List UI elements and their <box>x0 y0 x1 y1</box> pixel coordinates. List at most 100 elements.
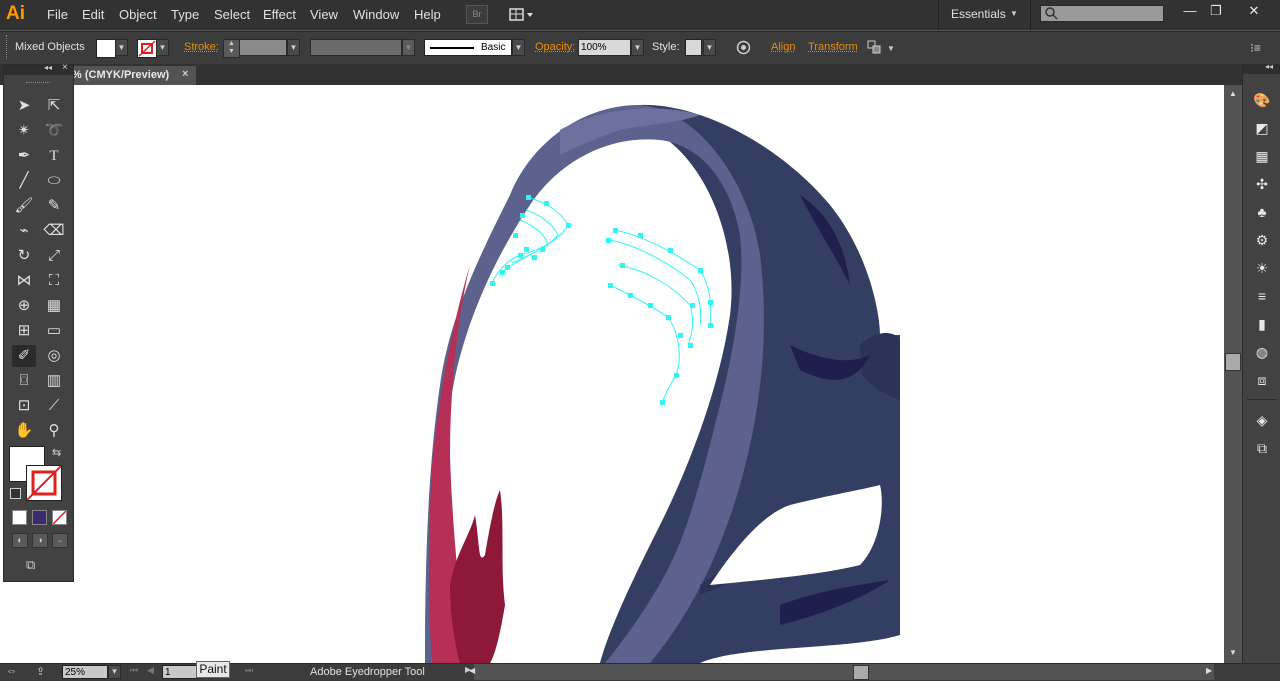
symbols-icon[interactable]: ♣ <box>1251 201 1273 223</box>
blob-brush-tool-icon[interactable]: ⌁ <box>12 220 36 242</box>
menu-type[interactable]: Type <box>171 7 199 22</box>
mesh-tool-icon[interactable]: ⊞ <box>12 320 36 342</box>
draw-normal-icon[interactable]: ◐ <box>12 533 28 548</box>
vertical-scroll-thumb[interactable] <box>1225 353 1241 371</box>
share-icon[interactable]: ⇔ <box>6 665 17 677</box>
dock-header[interactable]: ◂◂ <box>1243 62 1280 74</box>
artboard-number-field[interactable]: 1 <box>162 665 198 679</box>
layers-icon[interactable]: ◈ <box>1251 409 1273 431</box>
zoom-dropdown[interactable]: ▼ <box>108 665 121 679</box>
color-icon[interactable]: ◩ <box>1251 117 1273 139</box>
previous-artboard-icon[interactable]: ◀ <box>147 665 154 676</box>
color-guide-icon[interactable]: 🎨 <box>1251 89 1273 111</box>
scale-tool-icon[interactable]: ⤢ <box>42 245 66 267</box>
stroke-swatch[interactable] <box>137 39 157 58</box>
style-dropdown[interactable]: ▼ <box>703 39 716 56</box>
artboards-panel-icon[interactable]: ⧉ <box>1251 437 1273 459</box>
close-panel-icon[interactable]: × <box>62 62 68 73</box>
variable-width-profile[interactable] <box>310 39 402 56</box>
align-link[interactable]: Align <box>771 41 795 53</box>
fill-dropdown[interactable]: ▼ <box>115 39 128 56</box>
transform-link[interactable]: Transform <box>808 41 858 53</box>
minimize-icon[interactable]: — <box>1178 3 1202 19</box>
gradient-tool-icon[interactable]: ▭ <box>42 320 66 342</box>
direct-selection-tool-icon[interactable]: ⇱ <box>42 95 66 117</box>
fill-swatch[interactable] <box>96 39 116 58</box>
color-mode-icon[interactable] <box>12 510 27 525</box>
appearance-icon[interactable]: ☀ <box>1251 257 1273 279</box>
rotate-tool-icon[interactable]: ↻ <box>12 245 36 267</box>
slice-tool-icon[interactable]: ⟋ <box>42 395 66 417</box>
graphic-styles-icon[interactable]: ⚙ <box>1251 229 1273 251</box>
opacity-field[interactable]: 100% <box>578 39 631 56</box>
arrange-documents-button[interactable] <box>507 5 537 24</box>
hand-tool-icon[interactable]: ✋ <box>12 420 36 442</box>
blend-tool-icon[interactable]: ◎ <box>42 345 66 367</box>
close-icon[interactable]: ✕ <box>1242 3 1266 19</box>
artboard-tool-icon[interactable]: ⊡ <box>12 395 36 417</box>
export-icon[interactable]: ⇪ <box>36 665 45 678</box>
stroke-panel-icon[interactable]: ≡ <box>1251 285 1273 307</box>
opacity-label[interactable]: Opacity: <box>535 41 575 53</box>
scroll-right-icon[interactable]: ▶ <box>1206 666 1212 675</box>
menu-file[interactable]: File <box>47 7 68 22</box>
lasso-tool-icon[interactable]: ➰ <box>42 120 66 142</box>
free-transform-tool-icon[interactable]: ⛶ <box>42 270 66 292</box>
graph-tool-icon[interactable]: ▥ <box>42 370 66 392</box>
ellipse-tool-icon[interactable]: ⬭ <box>42 170 66 192</box>
workspace-switcher[interactable]: Essentials ▼ <box>944 0 1024 30</box>
screen-mode-icon[interactable]: ⧉ <box>26 557 50 573</box>
zoom-field[interactable]: 25% <box>62 665 108 679</box>
scroll-down-icon[interactable]: ▼ <box>1229 648 1237 657</box>
vertical-scrollbar[interactable]: ▲ ▼ <box>1224 85 1242 663</box>
search-input[interactable] <box>1040 5 1164 22</box>
type-tool-icon[interactable]: T <box>42 145 66 167</box>
menu-edit[interactable]: Edit <box>82 7 104 22</box>
stroke-label[interactable]: Stroke: <box>184 41 219 53</box>
scroll-left-icon[interactable]: ◀ <box>469 666 475 675</box>
brush-dropdown[interactable]: ▼ <box>512 39 525 56</box>
menu-select[interactable]: Select <box>214 7 250 22</box>
selection-tool-icon[interactable]: ➤ <box>12 95 36 117</box>
document-tab[interactable]: % (CMYK/Preview) × <box>70 66 196 85</box>
scroll-up-icon[interactable]: ▲ <box>1229 89 1237 98</box>
graphic-style-swatch[interactable] <box>685 39 702 56</box>
brushes-icon[interactable]: ✣ <box>1251 173 1273 195</box>
panel-menu-icon[interactable]: ⁝≡ <box>1250 41 1261 55</box>
recolor-artwork-icon[interactable] <box>735 39 752 56</box>
close-tab-icon[interactable]: × <box>182 68 188 80</box>
stroke-weight-stepper[interactable]: ▲ ▼ <box>223 39 240 58</box>
last-artboard-icon[interactable]: ⏭ <box>245 665 253 676</box>
none-mode-icon[interactable] <box>52 510 67 525</box>
isolate-group-icon[interactable] <box>865 38 883 56</box>
expand-dock-icon[interactable]: ◂◂ <box>1265 62 1273 71</box>
stroke-color-dropdown[interactable]: ▼ <box>156 39 169 56</box>
shape-builder-tool-icon[interactable]: ⊕ <box>12 295 36 317</box>
eraser-tool-icon[interactable]: ⌫ <box>42 220 66 242</box>
default-colors-icon[interactable] <box>10 488 21 499</box>
transparency-icon[interactable]: ◍ <box>1251 341 1273 363</box>
control-menu-chevron-icon[interactable]: ▼ <box>887 44 895 53</box>
pencil-tool-icon[interactable]: ✎ <box>42 195 66 217</box>
swap-colors-icon[interactable]: ⇆ <box>52 446 61 459</box>
horizontal-scroll-thumb[interactable] <box>853 665 869 680</box>
symbol-sprayer-tool-icon[interactable]: ⌼ <box>12 370 36 392</box>
stroke-weight-dropdown[interactable]: ▼ <box>287 39 300 56</box>
gradient-panel-icon[interactable]: ▮ <box>1251 313 1273 335</box>
artboards-icon[interactable]: ⧈ <box>1251 369 1273 391</box>
bridge-button[interactable]: Br <box>466 5 488 24</box>
menu-help[interactable]: Help <box>414 7 441 22</box>
draw-inside-icon[interactable]: ◒ <box>52 533 68 548</box>
menu-view[interactable]: View <box>310 7 338 22</box>
horizontal-scrollbar[interactable]: ◀ ▶ <box>469 664 1214 680</box>
menu-window[interactable]: Window <box>353 7 399 22</box>
stroke-color-box[interactable] <box>26 465 62 501</box>
zoom-tool-icon[interactable]: ⚲ <box>42 420 66 442</box>
stroke-weight-field[interactable] <box>239 39 287 56</box>
brush-definition[interactable]: Basic <box>424 39 512 56</box>
collapse-icon[interactable]: ◂◂ <box>44 63 52 72</box>
width-tool-icon[interactable]: ⋈ <box>12 270 36 292</box>
eyedropper-tool-icon[interactable]: ✐ <box>12 345 36 367</box>
menu-effect[interactable]: Effect <box>263 7 296 22</box>
profile-dropdown[interactable]: ▼ <box>402 39 415 56</box>
